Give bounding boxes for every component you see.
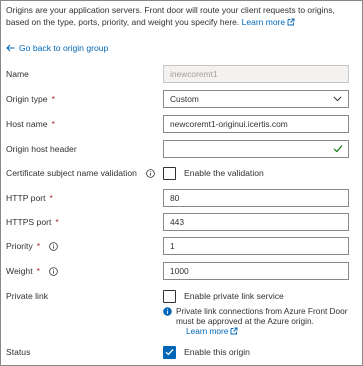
- cert-validation-row: Certificate subject name validation Enab…: [0, 163, 363, 183]
- https-port-label-text: HTTPS port: [6, 217, 52, 227]
- priority-input[interactable]: 1: [163, 237, 349, 255]
- required-marker: *: [51, 94, 55, 104]
- origin-host-header-row: Origin host header: [0, 139, 363, 159]
- weight-value: 1000: [170, 266, 189, 276]
- priority-label: Priority *: [6, 236, 58, 256]
- priority-value: 1: [170, 241, 175, 251]
- private-link-info-text-block: Private link connections from Azure Fron…: [176, 306, 353, 336]
- intro-learn-more-label: Learn more: [241, 17, 286, 27]
- name-value: inewcoremt1: [170, 69, 218, 79]
- http-port-label: HTTP port *: [6, 188, 53, 208]
- cert-validation-checkbox-label: Enable the validation: [184, 168, 264, 178]
- https-port-row: HTTPS port * 443: [0, 212, 363, 232]
- status-row: Status Enable this origin: [0, 342, 363, 362]
- name-label: Name: [6, 64, 29, 84]
- origin-type-label-text: Origin type: [6, 94, 48, 104]
- private-link-checkbox-group[interactable]: Enable private link service: [163, 288, 284, 304]
- cert-validation-label-text: Certificate subject name validation: [6, 168, 137, 178]
- enable-origin-checkbox[interactable]: [163, 345, 176, 359]
- private-link-row: Private link Enable private link service: [0, 286, 363, 306]
- back-to-origin-group-link[interactable]: Go back to origin group: [6, 42, 108, 54]
- priority-label-text: Priority: [6, 241, 33, 251]
- enable-origin-checkbox-label: Enable this origin: [184, 347, 250, 357]
- origin-type-value: Custom: [170, 94, 199, 104]
- weight-label-text: Weight: [6, 266, 33, 276]
- private-link-learn-more-link[interactable]: Learn more: [176, 326, 238, 336]
- weight-input[interactable]: 1000: [163, 262, 349, 280]
- status-checkbox-group[interactable]: Enable this origin: [163, 344, 250, 360]
- weight-row: Weight * 1000: [0, 261, 363, 281]
- required-marker: *: [51, 119, 55, 129]
- priority-row: Priority * 1: [0, 236, 363, 256]
- info-icon[interactable]: [49, 266, 58, 276]
- name-label-text: Name: [6, 69, 29, 79]
- http-port-input[interactable]: 80: [163, 189, 349, 207]
- status-label: Status: [6, 342, 30, 362]
- external-link-icon: [287, 18, 295, 26]
- weight-label: Weight *: [6, 261, 58, 281]
- status-label-text: Status: [6, 347, 31, 357]
- info-icon[interactable]: [146, 168, 155, 178]
- cert-validation-checkbox-group[interactable]: Enable the validation: [163, 165, 264, 181]
- http-port-label-text: HTTP port: [6, 193, 46, 203]
- origin-host-header-input[interactable]: [163, 140, 349, 158]
- host-name-input[interactable]: newcoremt1-originui.icertis.com: [163, 115, 349, 133]
- private-link-checkbox-label: Enable private link service: [184, 291, 284, 301]
- required-marker: *: [36, 241, 41, 251]
- origin-host-header-label-text: Origin host header: [6, 144, 77, 154]
- private-link-info-text: Private link connections from Azure Fron…: [176, 306, 348, 326]
- private-link-label-text: Private link: [6, 291, 49, 301]
- private-link-checkbox[interactable]: [163, 289, 176, 303]
- info-filled-icon: [163, 307, 172, 316]
- http-port-value: 80: [170, 193, 180, 203]
- host-name-label-text: Host name: [6, 119, 48, 129]
- origin-type-select[interactable]: Custom: [163, 90, 349, 108]
- origin-type-row: Origin type * Custom: [0, 89, 363, 109]
- https-port-value: 443: [170, 217, 184, 227]
- host-name-value: newcoremt1-originui.icertis.com: [170, 119, 288, 129]
- required-marker: *: [55, 217, 59, 227]
- intro-description: Origins are your application servers. Fr…: [6, 4, 356, 28]
- https-port-input[interactable]: 443: [163, 213, 349, 231]
- private-link-learn-more-label: Learn more: [186, 326, 229, 336]
- https-port-label: HTTPS port *: [6, 212, 59, 232]
- checkbox-checkmark-icon: [165, 349, 174, 356]
- required-marker: *: [36, 266, 40, 276]
- private-link-info: Private link connections from Azure Fron…: [163, 306, 353, 336]
- host-name-row: Host name * newcoremt1-originui.icertis.c…: [0, 114, 363, 134]
- host-name-label: Host name *: [6, 114, 55, 134]
- origin-host-header-label: Origin host header: [6, 139, 77, 159]
- intro-learn-more-link[interactable]: Learn more: [242, 17, 295, 27]
- required-marker: *: [49, 193, 53, 203]
- cert-validation-checkbox[interactable]: [163, 166, 176, 180]
- name-input: inewcoremt1: [163, 65, 349, 83]
- http-port-row: HTTP port * 80: [0, 188, 363, 208]
- name-row: Name inewcoremt1: [0, 64, 363, 84]
- back-link-label: Go back to origin group: [19, 43, 109, 53]
- back-arrow-icon: [6, 44, 15, 52]
- valid-checkmark-icon: [333, 145, 343, 153]
- external-link-icon: [230, 327, 238, 335]
- chevron-down-icon: [333, 96, 342, 102]
- origin-type-label: Origin type *: [6, 89, 55, 109]
- cert-validation-label: Certificate subject name validation: [6, 163, 155, 183]
- private-link-label: Private link: [6, 286, 48, 306]
- info-icon[interactable]: [49, 241, 58, 251]
